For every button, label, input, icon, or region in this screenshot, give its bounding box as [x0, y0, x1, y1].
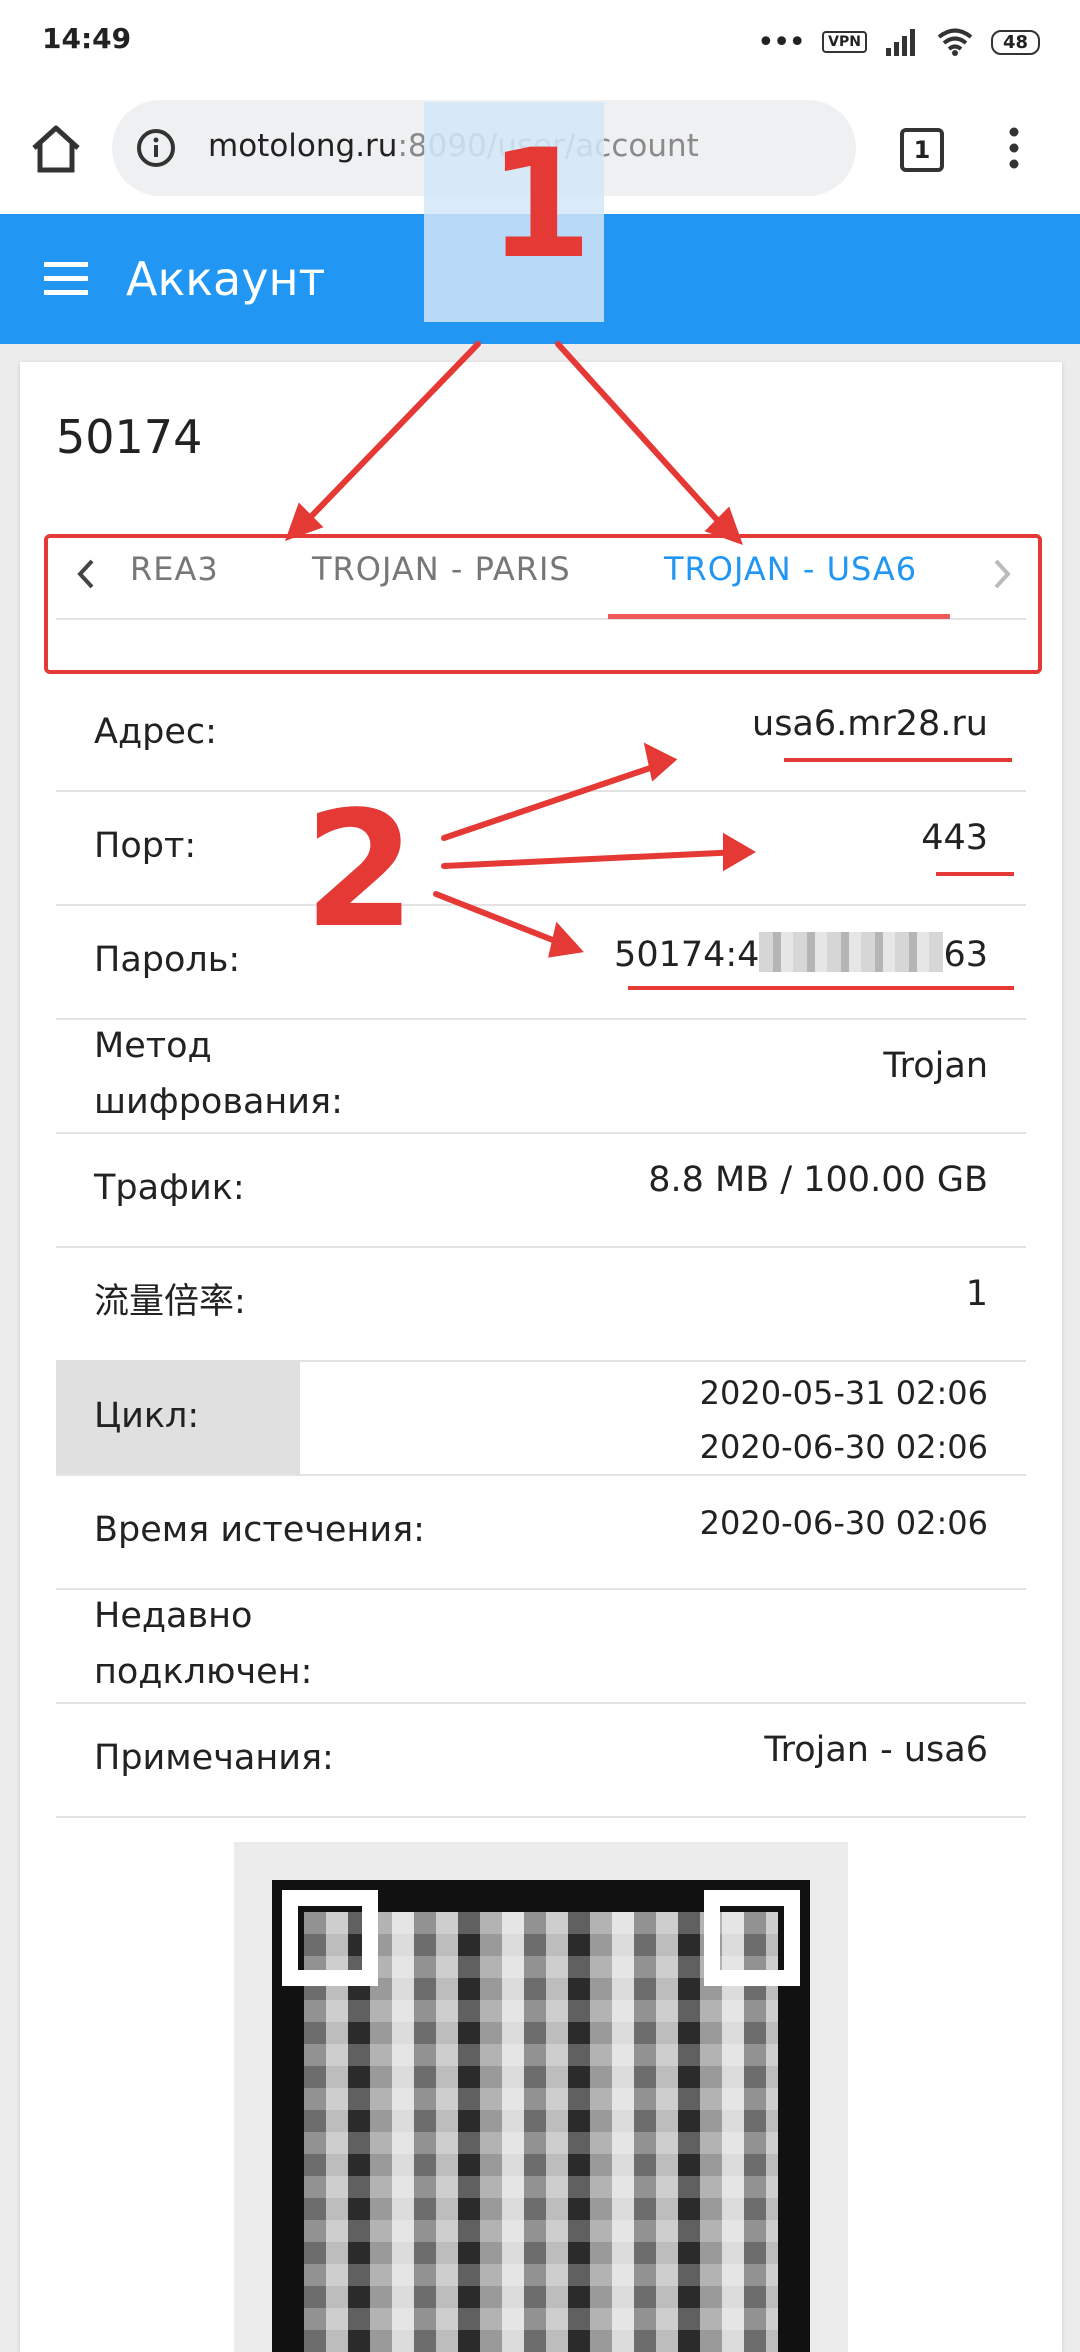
annotation-marker-two: 2 — [304, 776, 416, 963]
annotation-arrows — [285, 341, 756, 958]
annotation-marker-one: 1 — [488, 118, 593, 292]
